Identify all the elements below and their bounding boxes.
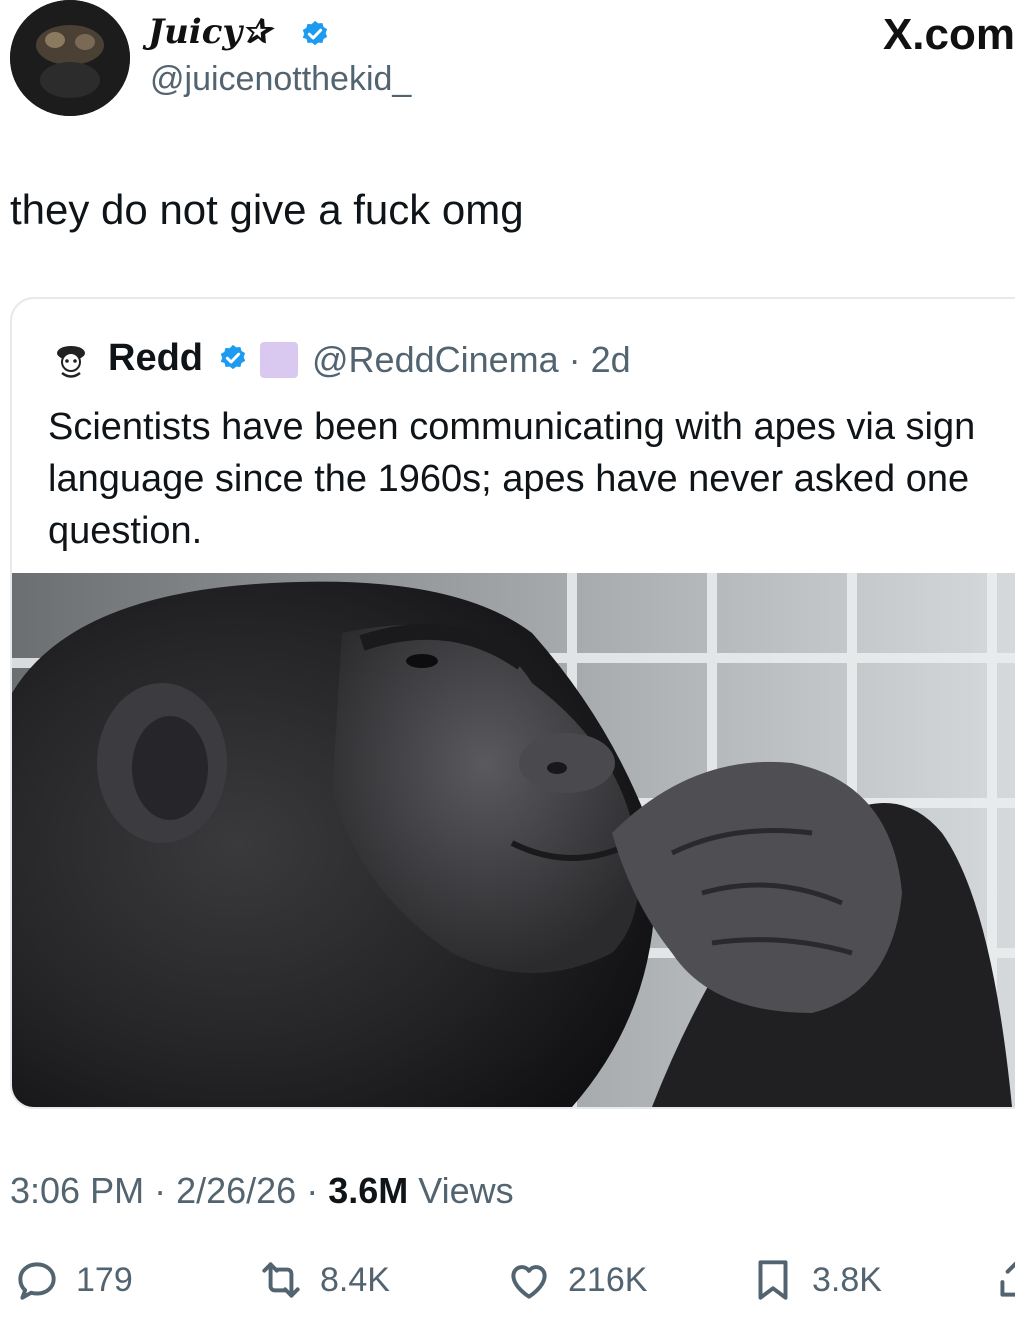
repost-icon xyxy=(262,1262,300,1298)
affiliate-badge-icon xyxy=(260,342,298,378)
quoted-tweet-age: 2d xyxy=(590,339,631,380)
author-name[interactable]: Juicy✰ xyxy=(148,12,271,52)
views-label: Views xyxy=(418,1170,514,1211)
repost-count: 8.4K xyxy=(320,1260,390,1299)
like-button[interactable]: 216K xyxy=(504,1252,647,1308)
quoted-tweet-text: Scientists have been communicating with … xyxy=(48,406,976,552)
tweet-meta: 3:06 PM · 2/26/26 · 3.6M Views xyxy=(10,1170,514,1211)
verified-badge-icon xyxy=(302,20,328,46)
quoted-author-handle[interactable]: @ReddCinema · 2d xyxy=(312,339,631,381)
reply-button[interactable]: 179 xyxy=(12,1252,133,1308)
gorilla-photo[interactable] xyxy=(12,573,1015,1107)
site-brand: X.com xyxy=(882,10,1015,59)
like-count: 216K xyxy=(568,1260,648,1299)
bookmark-count: 3.8K xyxy=(812,1260,882,1299)
quoted-author-name[interactable]: Redd xyxy=(108,337,203,380)
reply-count: 179 xyxy=(76,1260,133,1299)
quoted-author-avatar[interactable] xyxy=(50,340,92,382)
tweet-date[interactable]: 2/26/26 xyxy=(176,1170,296,1211)
share-button[interactable] xyxy=(992,1252,1015,1308)
author-handle[interactable]: @juicenotthekid_ xyxy=(150,60,411,99)
share-icon xyxy=(1000,1261,1015,1297)
reply-icon xyxy=(18,1262,56,1300)
quoted-tweet-card[interactable]: Redd @ReddCinema · 2d Scientists have be… xyxy=(10,297,1015,1109)
author-avatar[interactable] xyxy=(10,0,130,116)
bookmark-button[interactable]: 3.8K xyxy=(748,1252,882,1308)
heart-icon xyxy=(511,1265,547,1299)
quoted-handle-text: @ReddCinema xyxy=(312,339,559,380)
views-count: 3.6M xyxy=(328,1170,409,1211)
tweet-time[interactable]: 3:06 PM xyxy=(10,1170,144,1211)
bookmark-icon xyxy=(758,1260,788,1300)
verified-badge-icon xyxy=(220,344,246,370)
tweet-text: they do not give a fuck omg xyxy=(10,186,524,233)
repost-button[interactable]: 8.4K xyxy=(256,1252,390,1308)
